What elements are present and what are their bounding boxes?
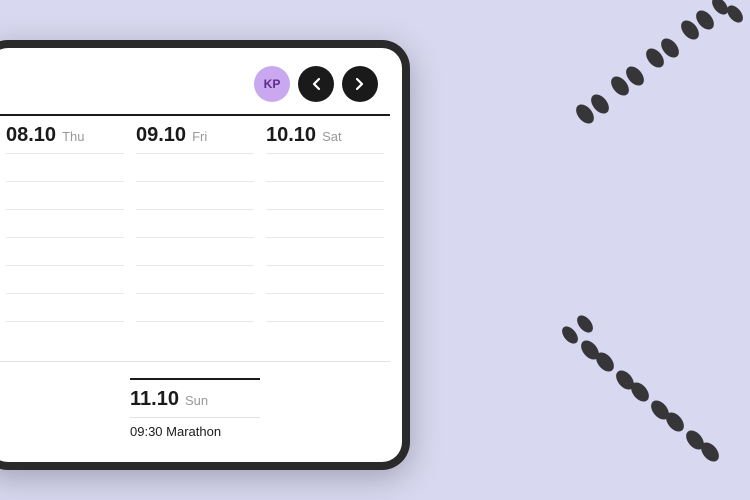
time-slot [136, 153, 254, 181]
time-slot [6, 265, 124, 293]
day-header-0: 08.10 Thu [6, 124, 124, 147]
footprints-top-decoration [450, 0, 750, 180]
time-slots-1 [136, 153, 254, 349]
day-name-2: Sat [322, 129, 342, 144]
time-slot [136, 293, 254, 321]
bottom-day-section: 11.10 Sun 09:30 Marathon [130, 378, 260, 446]
time-slot [266, 181, 384, 209]
user-avatar: KP [254, 66, 290, 102]
time-slot [266, 293, 384, 321]
calendar-header: KP [0, 48, 402, 114]
time-slot [6, 237, 124, 265]
time-slot [6, 181, 124, 209]
time-slot [6, 321, 124, 349]
bottom-day-name: Sun [185, 393, 208, 408]
time-slot [136, 209, 254, 237]
time-slot [266, 237, 384, 265]
time-slot [6, 153, 124, 181]
prev-button[interactable] [298, 66, 334, 102]
event-display: 09:30 Marathon [130, 424, 221, 439]
time-slot [6, 293, 124, 321]
time-slot [136, 237, 254, 265]
day-header-bottom: 11.10 Sun [130, 388, 260, 411]
time-slot [136, 181, 254, 209]
day-header-2: 10.10 Sat [266, 124, 384, 147]
time-slots-0 [6, 153, 124, 349]
time-slot [266, 209, 384, 237]
time-slots-2 [266, 153, 384, 349]
time-slot [6, 209, 124, 237]
time-slot [266, 321, 384, 349]
event-item[interactable]: 09:30 Marathon [130, 417, 260, 446]
day-name-0: Thu [62, 129, 84, 144]
time-slot [266, 153, 384, 181]
day-column-1: 09.10 Fri [130, 114, 260, 349]
time-slot [136, 265, 254, 293]
day-date-1: 09.10 [136, 124, 186, 147]
day-date-0: 08.10 [6, 124, 56, 147]
day-column-2: 10.10 Sat [260, 114, 390, 349]
time-slot [136, 321, 254, 349]
day-header-1: 09.10 Fri [136, 124, 254, 147]
tablet-screen: KP 08.10 Thu [0, 48, 402, 462]
day-date-2: 10.10 [266, 124, 316, 147]
next-button[interactable] [342, 66, 378, 102]
tablet-device: KP 08.10 Thu [0, 40, 410, 470]
footprints-bottom-decoration [530, 300, 750, 500]
time-slot [266, 265, 384, 293]
day-name-1: Fri [192, 129, 207, 144]
bottom-day-date: 11.10 [130, 388, 179, 411]
day-column-0: 08.10 Thu [0, 114, 130, 349]
calendar-bottom-section: 11.10 Sun 09:30 Marathon [0, 361, 402, 446]
calendar-week-grid: 08.10 Thu 09.10 Fri [0, 114, 402, 349]
